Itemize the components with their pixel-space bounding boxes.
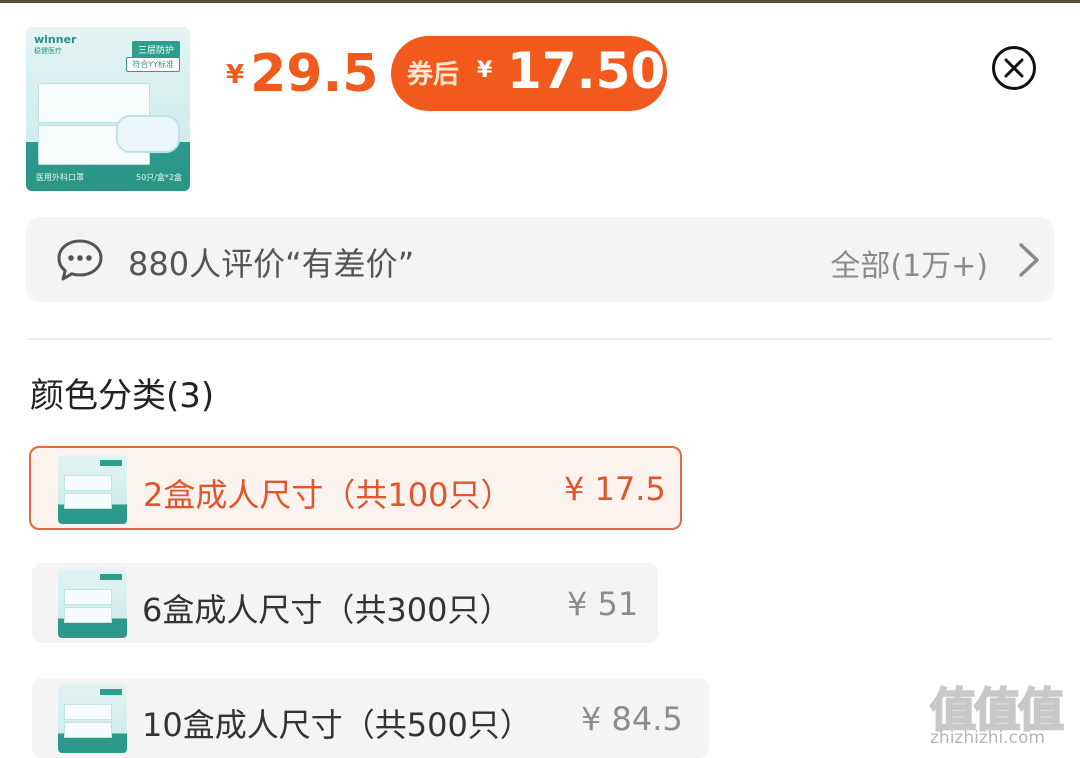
thumb-foot-left: 医用外科口罩 xyxy=(36,173,84,182)
review-summary-bar[interactable]: 880人评价“有差价” 全部(1万+) xyxy=(26,217,1054,302)
option-item-6-boxes[interactable]: 6盒成人尺寸（共300只） ¥ 51 xyxy=(32,563,658,643)
option-price: ¥ 17.5 xyxy=(564,470,666,508)
watermark-site: zhizhizhi.com xyxy=(930,728,1045,748)
close-button[interactable] xyxy=(991,45,1037,91)
top-edge xyxy=(0,0,1080,3)
review-summary-text: 880人评价“有差价” xyxy=(128,245,415,283)
thumb-mask-shape xyxy=(116,115,180,153)
option-thumbnail xyxy=(58,455,127,524)
option-thumbnail xyxy=(58,569,127,638)
option-price: ¥ 51 xyxy=(567,585,639,623)
option-name: 10盒成人尺寸（共500只） xyxy=(142,706,532,744)
option-price: ¥ 84.5 xyxy=(581,700,683,738)
site-watermark: 值值值 zhizhizhi.com xyxy=(929,674,1076,750)
product-thumbnail[interactable]: winner 稳健医疗 三层防护 符合YY标准 医用外科口罩 50只/盒*2盒 xyxy=(26,27,190,191)
coupon-currency: ¥ xyxy=(477,58,493,83)
chat-bubble-icon xyxy=(57,239,103,281)
thumb-brand-sub: 稳健医疗 xyxy=(34,47,62,55)
chevron-right-icon[interactable] xyxy=(1016,241,1042,279)
coupon-label: 券后 xyxy=(407,60,460,90)
option-name: 2盒成人尺寸（共100只） xyxy=(143,476,513,514)
all-reviews-link[interactable]: 全部(1万+) xyxy=(830,241,988,285)
section-divider xyxy=(26,338,1052,340)
coupon-price-value: 17.50 xyxy=(507,42,666,100)
option-item-2-boxes[interactable]: 2盒成人尺寸（共100只） ¥ 17.5 xyxy=(29,446,682,530)
close-icon[interactable] xyxy=(991,45,1037,91)
option-item-10-boxes[interactable]: 10盒成人尺寸（共500只） ¥ 84.5 xyxy=(32,678,709,758)
option-thumbnail xyxy=(58,684,127,753)
price-currency: ¥ xyxy=(226,60,245,90)
thumb-brand: winner xyxy=(34,33,77,46)
price-value: 29.5 xyxy=(250,44,379,104)
thumb-tag-standard: 符合YY标准 xyxy=(126,57,180,72)
thumb-foot-right: 50只/盒*2盒 xyxy=(136,173,182,182)
option-name: 6盒成人尺寸（共300只） xyxy=(142,591,512,629)
options-section-title: 颜色分类(3) xyxy=(30,376,215,416)
thumb-tag-protection: 三层防护 xyxy=(131,41,180,58)
coupon-price-badge: 券后 ¥ 17.50 xyxy=(391,36,667,111)
original-price: ¥29.5 xyxy=(226,44,378,104)
